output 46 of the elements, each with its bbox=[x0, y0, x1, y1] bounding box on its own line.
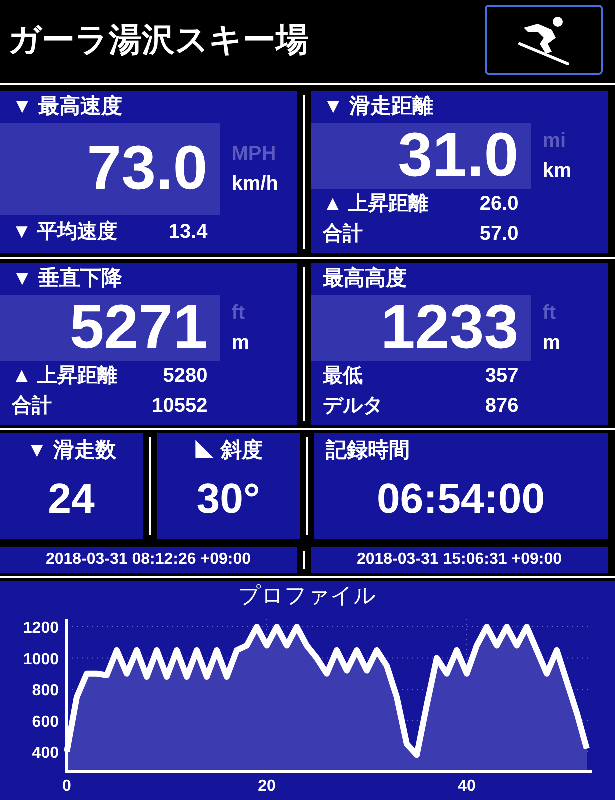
y-tick-label: 800 bbox=[32, 682, 59, 700]
stat-value: 876 bbox=[485, 394, 519, 419]
y-tick-label: 1200 bbox=[23, 620, 59, 637]
x-tick-label: 40 bbox=[458, 778, 476, 795]
unit-option[interactable]: m bbox=[542, 330, 561, 356]
y-tick-label: 1000 bbox=[23, 651, 59, 668]
timestamp: 2018-03-31 08:12:26 +09:00 bbox=[46, 550, 252, 570]
tile-label[interactable]: ◣ 斜度 bbox=[157, 433, 300, 469]
stat-label: ▲ 上昇距離 bbox=[12, 364, 118, 389]
value-display: 31.0 bbox=[311, 123, 531, 189]
unit-option[interactable]: km/h bbox=[232, 171, 278, 197]
unit-option[interactable]: km bbox=[542, 158, 572, 184]
unit-option[interactable]: m bbox=[232, 330, 250, 356]
window-title: ガーラ湯沢スキー場 bbox=[8, 20, 309, 60]
stat-label: 最低 bbox=[323, 364, 364, 389]
stat-value: 5280 bbox=[163, 364, 208, 389]
y-tick-label: 600 bbox=[32, 714, 59, 731]
panel-label[interactable]: ▼ 垂直下降 bbox=[0, 263, 297, 295]
stat-value: 357 bbox=[485, 364, 519, 389]
value-display: 1233 bbox=[311, 295, 531, 361]
stat-label: デルタ bbox=[323, 394, 384, 419]
panel-label[interactable]: 最高高度 bbox=[311, 263, 608, 295]
value-display: 5271 bbox=[0, 295, 220, 361]
stat-value: 13.4 bbox=[168, 220, 208, 245]
stat-label: 合計 bbox=[323, 222, 364, 247]
x-tick-label: 20 bbox=[258, 778, 276, 795]
tile-label[interactable]: 記録時間 bbox=[314, 433, 608, 469]
chart-title: プロファイル bbox=[238, 582, 376, 609]
value-display: 73.0 bbox=[0, 123, 220, 215]
tile-label[interactable]: ▼ 滑走数 bbox=[0, 433, 143, 469]
stat-value: 57.0 bbox=[480, 222, 519, 247]
timestamp: 2018-03-31 15:06:31 +09:00 bbox=[356, 550, 562, 570]
panel-label[interactable]: ▼ 最高速度 bbox=[0, 91, 297, 123]
stat-label: ▲ 上昇距離 bbox=[323, 192, 430, 217]
stat-label: 合計 bbox=[12, 394, 53, 419]
stat-value: 26.0 bbox=[480, 192, 519, 217]
x-tick-label: 0 bbox=[62, 778, 72, 795]
tile-value: 30° bbox=[196, 474, 262, 524]
y-tick-label: 400 bbox=[32, 745, 59, 762]
skier-icon bbox=[516, 14, 572, 66]
tile-value: 24 bbox=[47, 474, 96, 524]
mode-button[interactable] bbox=[485, 5, 603, 75]
panel-label[interactable]: ▼ 滑走距離 bbox=[311, 91, 608, 123]
stat-value: 10552 bbox=[152, 394, 208, 419]
stat-label: ▼ 平均速度 bbox=[12, 220, 118, 245]
tile-value: 06:54:00 bbox=[376, 474, 546, 524]
